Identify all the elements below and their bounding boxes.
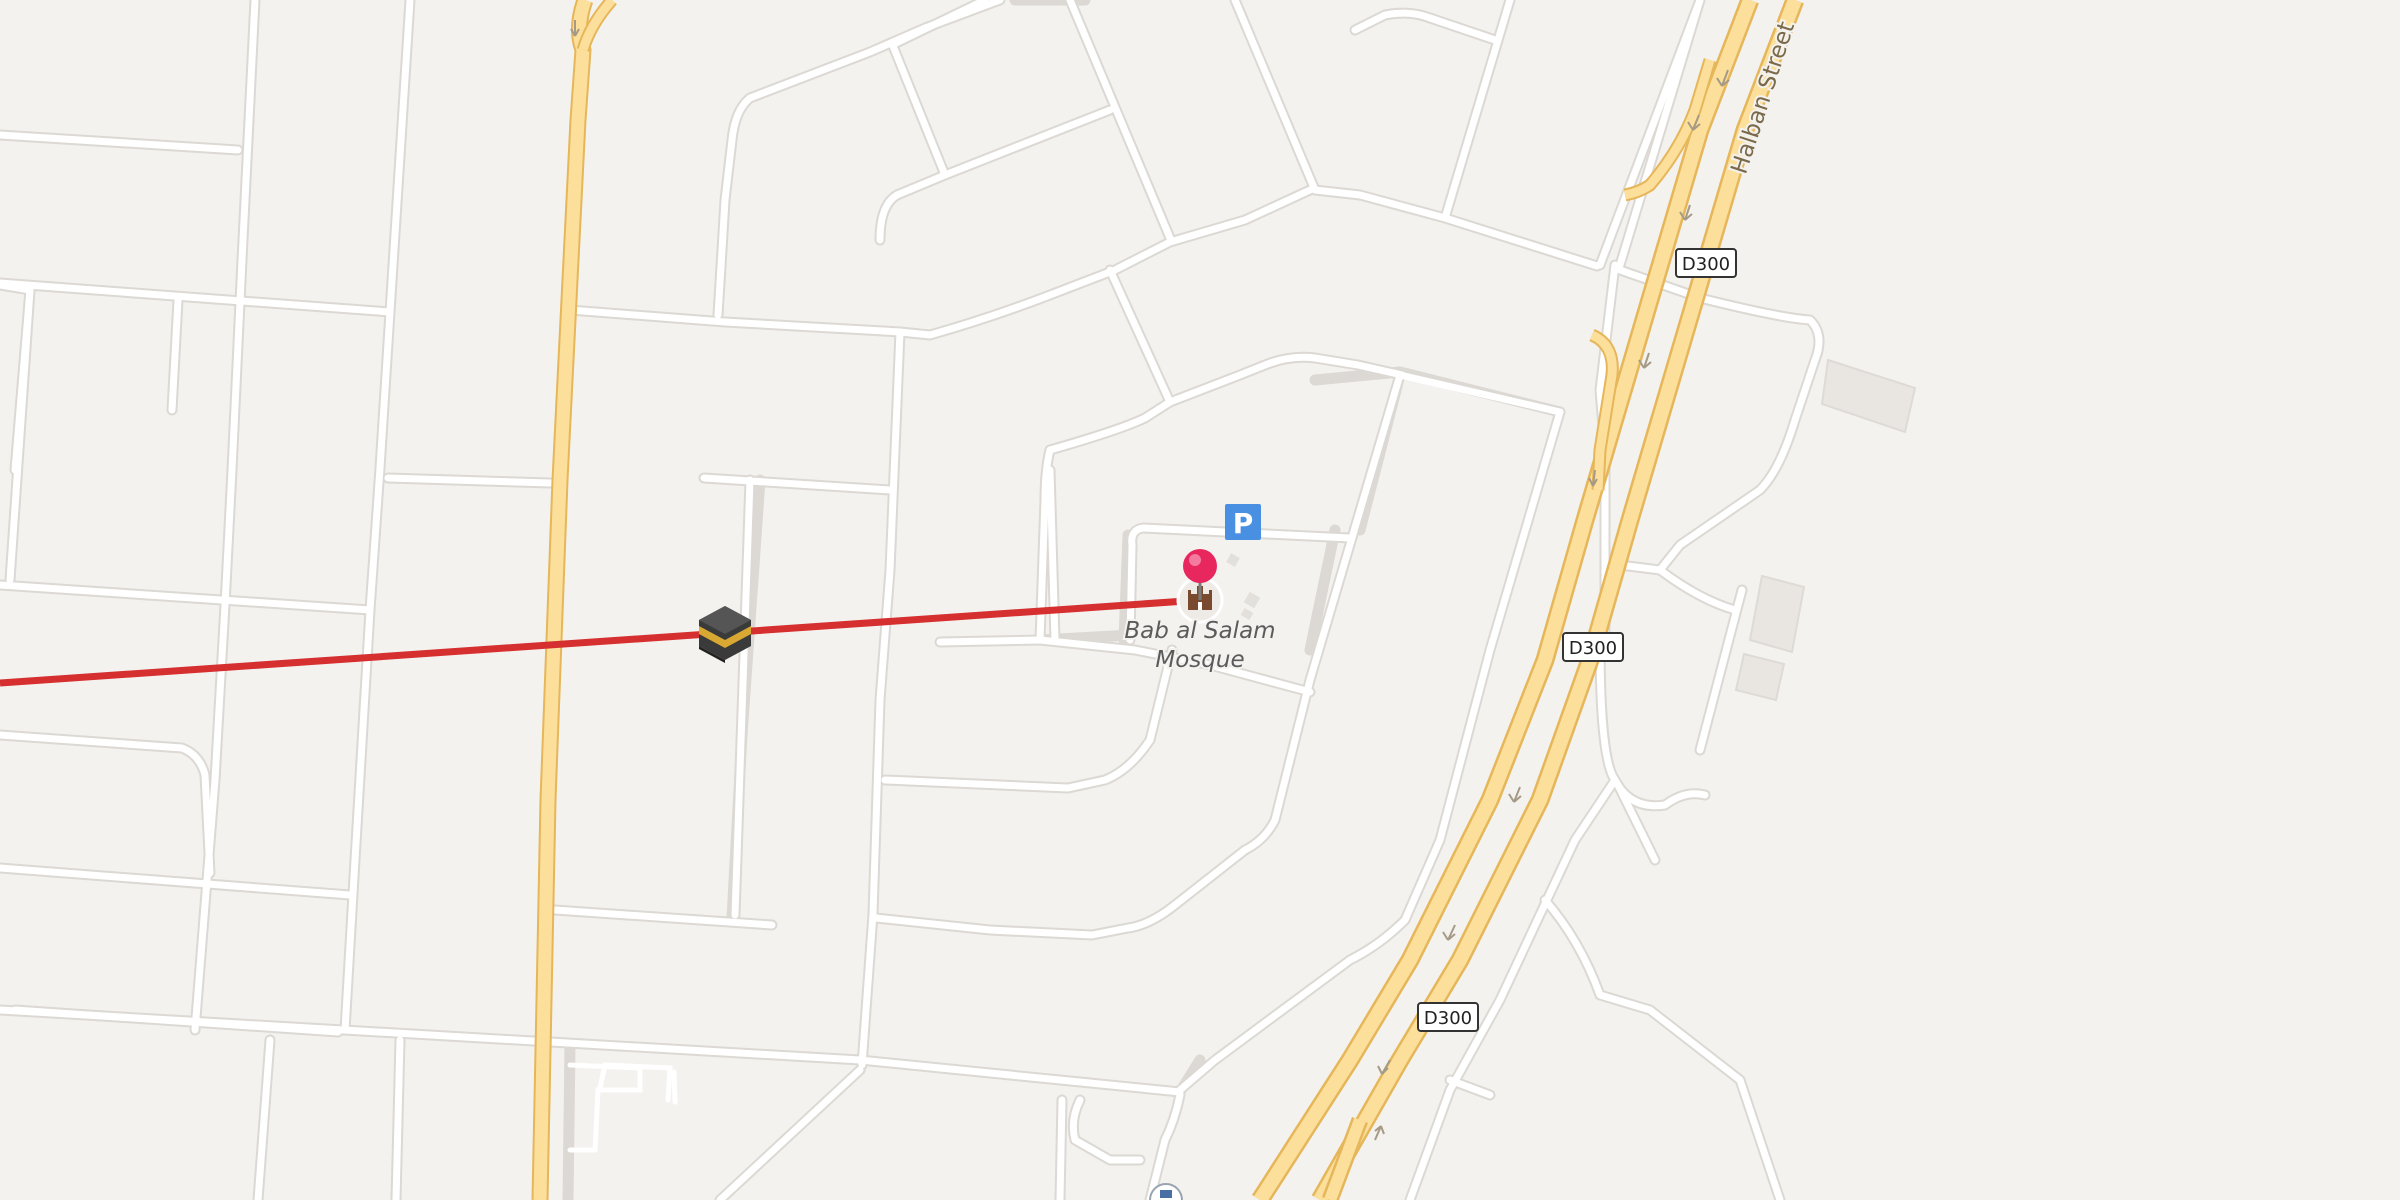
highway-shield-label: D300	[1424, 1008, 1472, 1029]
highway-shield[interactable]: D300	[1675, 248, 1737, 278]
highway-shield-label: D300	[1569, 638, 1617, 659]
map-canvas[interactable]: P Bab al Salam Mosque Halban Street D300…	[0, 0, 2400, 1200]
poi-name-line1: Bab al Salam	[1124, 618, 1275, 644]
parking-icon[interactable]: P	[1225, 504, 1261, 540]
parking-label: P	[1233, 507, 1254, 540]
highway-shield-label: D300	[1682, 254, 1730, 275]
highway-shield[interactable]: D300	[1417, 1002, 1479, 1032]
highway-shield[interactable]: D300	[1562, 632, 1624, 662]
poi-name-line2: Mosque	[1155, 647, 1244, 673]
